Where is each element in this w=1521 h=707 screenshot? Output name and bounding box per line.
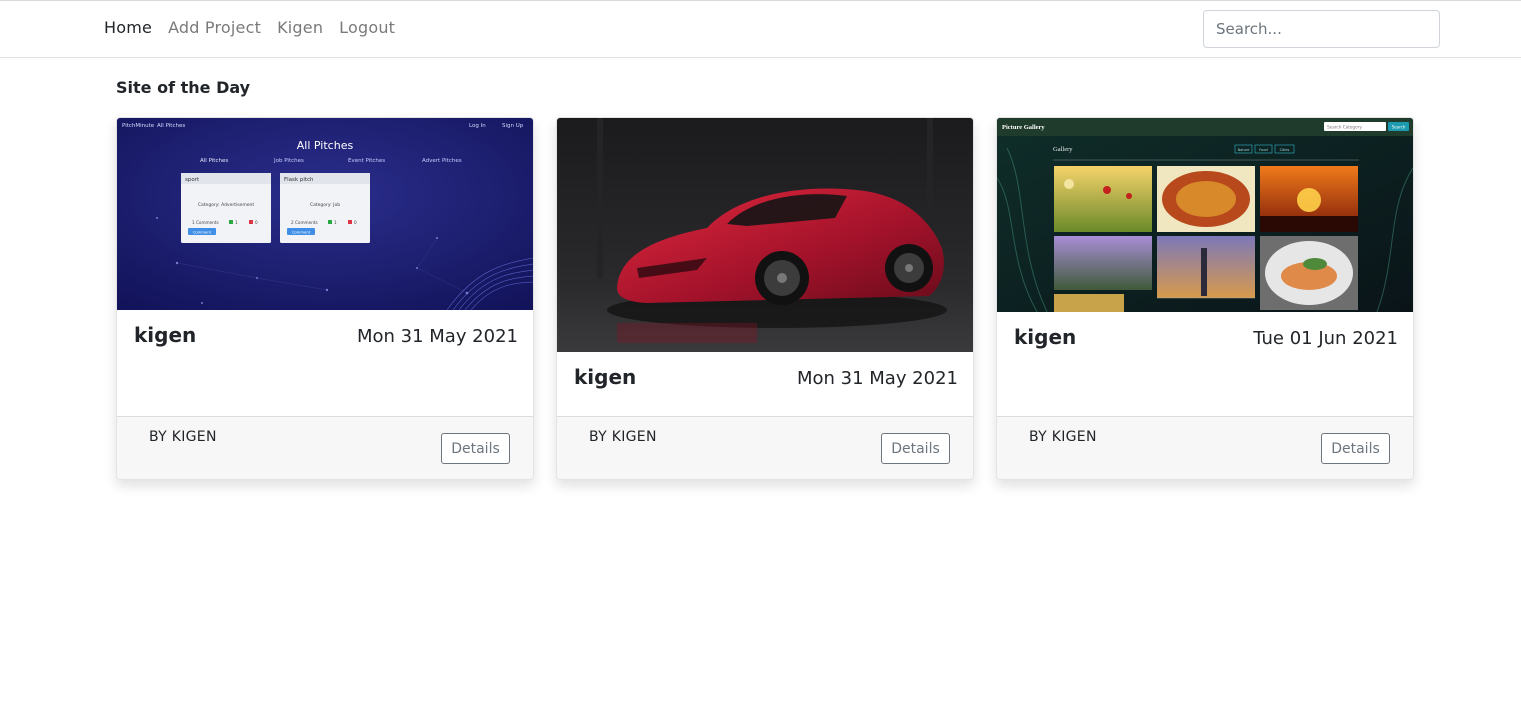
card-date: Mon 31 May 2021 (356, 326, 518, 347)
thumb1-pitch-2-down: 0 (354, 220, 357, 225)
thumb1-pitch-1-down: 0 (255, 220, 258, 225)
thumb1-pitch-1-comments: 1 Comments (192, 220, 219, 225)
card-byline: BY KIGEN (149, 429, 217, 445)
card-title: kigen (134, 323, 197, 347)
project-card-3: Picture Gallery Search Category Search G… (996, 117, 1414, 480)
thumb1-menu: All Pitches (157, 123, 185, 129)
card-title: kigen (574, 365, 637, 389)
thumb1-pitch-2-btn: Comment (292, 230, 311, 235)
thumb1-pitch-1-btn: Comment (193, 230, 212, 235)
project-thumbnail-2[interactable] (557, 118, 973, 352)
thumb1-pitch-2-up: 1 (334, 220, 337, 225)
details-button[interactable]: Details (441, 433, 510, 464)
nav-add-project-link[interactable]: Add Project (168, 18, 261, 37)
thumb1-tab-4: Advert Pitches (422, 158, 462, 164)
card-footer: BY KIGEN Details (117, 416, 533, 479)
project-card-1: PitchMinute All Pitches Log In Sign Up A… (116, 117, 534, 480)
thumb1-pitch-1-category: Category: Advertisement (198, 202, 254, 208)
card-date: Mon 31 May 2021 (796, 368, 958, 389)
thumb1-heading: All Pitches (297, 139, 354, 152)
details-button[interactable]: Details (1321, 433, 1390, 464)
thumb1-login: Log In (469, 123, 486, 129)
thumb1-pitch-1-up: 1 (235, 220, 238, 225)
thumb1-brand: PitchMinute (122, 123, 155, 129)
thumb1-tab-1: All Pitches (200, 158, 228, 164)
card-footer: BY KIGEN Details (997, 416, 1413, 479)
thumb3-filter-2: Food (1259, 148, 1267, 152)
thumb1-tab-2: Job Pitches (273, 158, 304, 164)
nav-logout-link[interactable]: Logout (339, 18, 395, 37)
search-input[interactable] (1203, 10, 1440, 48)
thumb3-filter-1: Nature (1238, 148, 1250, 152)
thumb3-search: Search Category (1327, 125, 1362, 130)
details-button[interactable]: Details (881, 433, 950, 464)
card-byline: BY KIGEN (1029, 429, 1097, 445)
section-title: Site of the Day (116, 78, 251, 97)
thumb1-pitch-2-category: Category: Job (310, 202, 340, 208)
project-thumbnail-1[interactable]: PitchMinute All Pitches Log In Sign Up A… (117, 118, 533, 310)
thumb1-pitch-1-title: sport (185, 177, 200, 183)
thumb3-search-btn: Search (1392, 125, 1406, 130)
project-thumbnail-3[interactable]: Picture Gallery Search Category Search G… (997, 118, 1413, 312)
thumb3-brand: Picture Gallery (1002, 124, 1045, 131)
navbar: Home Add Project Kigen Logout (0, 1, 1521, 58)
card-date: Tue 01 Jun 2021 (1253, 328, 1398, 349)
card-title: kigen (1014, 325, 1077, 349)
nav-links: Home Add Project Kigen Logout (104, 18, 395, 37)
nav-home-link[interactable]: Home (104, 18, 152, 37)
card-footer: BY KIGEN Details (557, 416, 973, 479)
card-byline: BY KIGEN (589, 429, 657, 445)
thumb3-filter-3: Cities (1280, 148, 1290, 152)
project-card-2: kigen Mon 31 May 2021 BY KIGEN Details (556, 117, 974, 480)
nav-kigen-link[interactable]: Kigen (277, 18, 323, 37)
thumb1-pitch-2-comments: 2 Comments (291, 220, 318, 225)
thumb3-heading: Gallery (1053, 146, 1073, 153)
thumb1-signup: Sign Up (502, 123, 524, 129)
thumb1-pitch-2-title: Flask pitch (284, 177, 314, 183)
thumb1-tab-3: Event Pitches (348, 158, 385, 164)
